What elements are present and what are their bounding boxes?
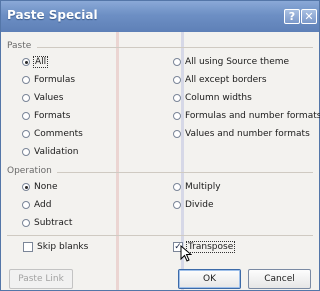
option-label: Validation <box>34 147 79 157</box>
option-label: Transpose <box>185 241 236 253</box>
arrow-pointer-icon <box>180 245 192 262</box>
paste-option-validation[interactable]: Validation <box>22 147 78 157</box>
paste-option-formats[interactable]: Formats <box>22 111 70 121</box>
cancel-button[interactable]: Cancel <box>248 269 311 289</box>
operation-option-subtract[interactable]: Subtract <box>22 218 72 228</box>
ok-button[interactable]: OK <box>178 269 241 289</box>
option-label: Formulas <box>34 75 76 85</box>
option-label: Column widths <box>185 93 252 103</box>
radio-except-borders[interactable] <box>173 76 181 84</box>
paste-separator <box>37 47 313 48</box>
paste-link-button[interactable]: Paste Link <box>9 269 73 289</box>
radio-formulas[interactable] <box>22 76 30 84</box>
option-label: Skip blanks <box>37 242 89 252</box>
radio-add[interactable] <box>22 201 30 209</box>
option-label: Multiply <box>185 182 221 192</box>
radio-values-number-formats[interactable] <box>173 130 181 138</box>
option-label: Values and number formats <box>185 129 310 139</box>
title-bar[interactable]: Paste Special ? ✕ <box>1 1 319 32</box>
option-label: Formulas and number formats <box>185 111 320 121</box>
operation-option-multiply[interactable]: Multiply <box>173 182 221 192</box>
option-label: Formats <box>34 111 71 121</box>
option-label: All using Source theme <box>185 57 290 67</box>
close-icon[interactable]: ✕ <box>301 9 317 24</box>
checks-separator <box>7 235 313 236</box>
radio-validation[interactable] <box>22 148 30 156</box>
operation-option-add[interactable]: Add <box>22 200 51 210</box>
option-label: All <box>32 56 49 68</box>
radio-none[interactable] <box>22 183 30 191</box>
operation-separator <box>57 172 313 173</box>
paste-option-column-widths[interactable]: Column widths <box>173 93 252 103</box>
radio-formulas-number-formats[interactable] <box>173 112 181 120</box>
paste-option-formulas-number-formats[interactable]: Formulas and number formats <box>173 111 320 121</box>
option-label: Values <box>34 93 64 103</box>
option-label: All except borders <box>185 75 267 85</box>
help-icon[interactable]: ? <box>284 9 300 24</box>
paste-option-source-theme[interactable]: All using Source theme <box>173 57 289 67</box>
paste-option-comments[interactable]: Comments <box>22 129 83 139</box>
operation-option-none[interactable]: None <box>22 182 57 192</box>
option-label: Comments <box>34 129 83 139</box>
dialog-body: Paste All Formulas Values Formats Commen… <box>1 32 320 290</box>
radio-formats[interactable] <box>22 112 30 120</box>
paste-option-values-number-formats[interactable]: Values and number formats <box>173 129 310 139</box>
paste-group-label: Paste <box>7 41 32 51</box>
radio-subtract[interactable] <box>22 219 30 227</box>
radio-comments[interactable] <box>22 130 30 138</box>
option-label: Divide <box>185 200 214 210</box>
paste-option-except-borders[interactable]: All except borders <box>173 75 267 85</box>
radio-divide[interactable] <box>173 201 181 209</box>
radio-values[interactable] <box>22 94 30 102</box>
skip-blanks-checkbox[interactable] <box>23 242 33 252</box>
dialog-title: Paste Special <box>7 8 98 22</box>
paste-special-dialog: Paste Special ? ✕ Paste All Formulas Val… <box>0 0 320 291</box>
skip-blanks-option[interactable]: Skip blanks <box>23 242 88 252</box>
radio-source-theme[interactable] <box>173 58 181 66</box>
option-label: Add <box>34 200 52 210</box>
operation-option-divide[interactable]: Divide <box>173 200 214 210</box>
radio-all[interactable] <box>22 58 30 66</box>
radio-multiply[interactable] <box>173 183 181 191</box>
option-label: None <box>34 182 58 192</box>
option-label: Subtract <box>34 218 73 228</box>
paste-option-values[interactable]: Values <box>22 93 63 103</box>
paste-option-all[interactable]: All <box>22 56 49 68</box>
paste-option-formulas[interactable]: Formulas <box>22 75 75 85</box>
radio-column-widths[interactable] <box>173 94 181 102</box>
operation-group-label: Operation <box>7 166 52 176</box>
